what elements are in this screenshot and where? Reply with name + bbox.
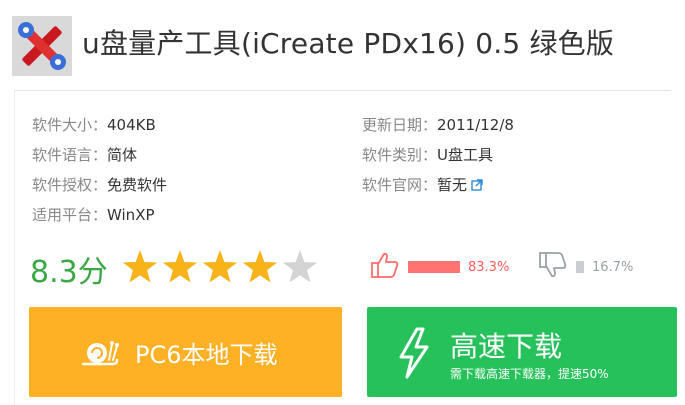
fast-download-button[interactable]: 高速下载 需下载高速下载器，提速50%: [367, 307, 677, 397]
info-size: 软件大小：404KB: [32, 114, 156, 135]
fast-download-label: 高速下载: [450, 330, 563, 363]
website-value[interactable]: 暂无: [437, 176, 467, 194]
star-icon: [202, 250, 238, 283]
page-title: u盘量产工具(iCreate PDx16) 0.5 绿色版: [82, 27, 615, 60]
info-updated: 更新日期：2011/12/8: [362, 114, 514, 135]
info-license: 软件授权：免费软件: [32, 174, 167, 195]
like-percent: 83.3%: [468, 259, 510, 275]
star-icon: [122, 250, 158, 283]
dislike-percent: 16.7%: [592, 259, 634, 275]
external-link-icon[interactable]: [471, 177, 483, 195]
dislike-vote[interactable]: 16.7%: [538, 251, 633, 283]
platform-label: 适用平台：: [32, 206, 108, 224]
category-label: 软件类别：: [362, 146, 438, 164]
snail-icon: [81, 338, 119, 366]
license-value: 免费软件: [107, 176, 168, 194]
left-border: [14, 90, 15, 405]
updated-value: 2011/12/8: [437, 116, 514, 134]
info-platform: 适用平台：WinXP: [32, 204, 155, 225]
app-icon: [12, 16, 72, 76]
header-divider: [14, 90, 671, 91]
lightning-icon: [397, 327, 431, 383]
rating-score: 8.3分: [30, 255, 108, 290]
star-icon: [282, 250, 318, 283]
thumbs-down-icon[interactable]: [538, 251, 568, 283]
info-website: 软件官网：暂无: [362, 174, 483, 195]
local-download-label: PC6本地下载: [135, 340, 278, 369]
category-value: U盘工具: [437, 146, 493, 164]
like-vote[interactable]: 83.3%: [370, 251, 509, 283]
star-icon: [162, 250, 198, 283]
local-download-button[interactable]: PC6本地下载: [29, 307, 342, 397]
dislike-bar: [576, 261, 584, 273]
star-rating: [122, 249, 322, 289]
website-label: 软件官网：: [362, 176, 438, 194]
info-category: 软件类别：U盘工具: [362, 144, 493, 165]
language-label: 软件语言：: [32, 146, 108, 164]
size-label: 软件大小：: [32, 116, 108, 134]
thumbs-up-icon[interactable]: [370, 251, 400, 283]
info-language: 软件语言：简体: [32, 144, 137, 165]
size-value: 404KB: [107, 116, 156, 134]
platform-value: WinXP: [107, 206, 155, 224]
language-value: 简体: [107, 146, 138, 164]
updated-label: 更新日期：: [362, 116, 438, 134]
like-bar: [408, 261, 460, 273]
license-label: 软件授权：: [32, 176, 108, 194]
fast-download-subtext: 需下载高速下载器，提速50%: [450, 367, 609, 381]
star-icon: [242, 250, 278, 283]
